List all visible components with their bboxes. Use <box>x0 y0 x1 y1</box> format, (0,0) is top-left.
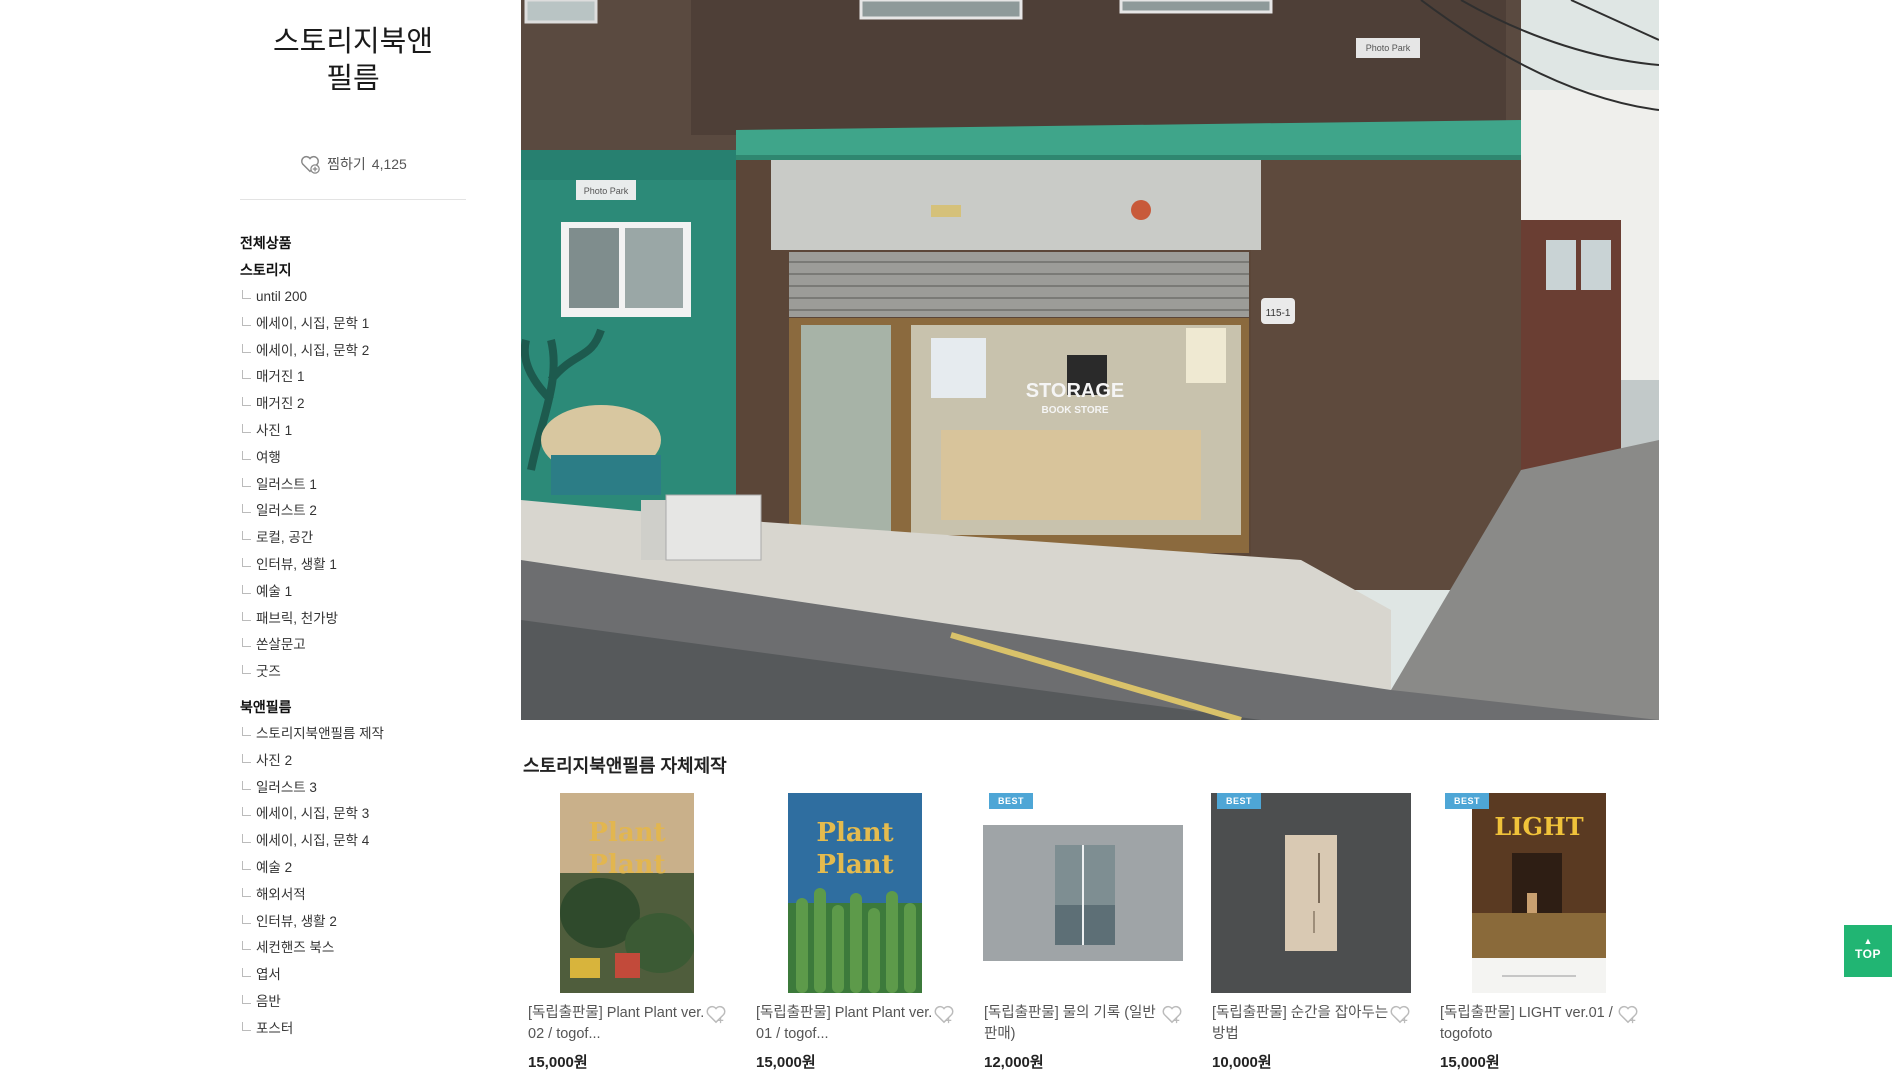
book-cover-image: LIGHT <box>1472 793 1606 993</box>
book-cover-image: Plant Plant <box>788 793 922 993</box>
sidebar: 스토리지북앤 필름 찜하기 4,125 전체상품 스토리지 until 200 에… <box>240 0 466 1043</box>
product-name[interactable]: [독립출판물] 순간을 잡아두는 방법 <box>1212 1003 1392 1045</box>
like-count: 4,125 <box>371 156 407 172</box>
product-name[interactable]: [독립출판물] Plant Plant ver.01 / togof... <box>756 1003 936 1045</box>
like-label: 찜하기 <box>327 156 366 172</box>
sidebar-category-item[interactable]: 사진 1 <box>240 418 466 445</box>
scroll-to-top-button[interactable]: ▲ TOP <box>1844 925 1892 977</box>
product-card[interactable]: BEST [독립출판물] 물의 기록 (일반판매) 12,000원 <box>977 793 1205 1072</box>
product-price: 15,000원 <box>1440 1054 1500 1071</box>
category-group-storage[interactable]: 스토리지 <box>240 257 466 284</box>
sidebar-category-item[interactable]: 음반 <box>240 989 466 1016</box>
wishlist-heart-icon[interactable] <box>933 1004 955 1024</box>
sidebar-category-item[interactable]: 예술 2 <box>240 855 466 882</box>
shop-title-line2: 필름 <box>326 63 380 95</box>
sidebar-category-item[interactable]: 로컬, 공간 <box>240 525 466 552</box>
product-card[interactable]: Plant Plant [독립출판물] Plant Plant ver.01 /… <box>749 793 977 1072</box>
sidebar-category-item[interactable]: 여행 <box>240 445 466 472</box>
svg-text:Plant: Plant <box>816 850 893 880</box>
product-info: [독립출판물] Plant Plant ver.01 / togof... 15… <box>749 1003 969 1072</box>
wishlist-heart-icon[interactable] <box>1617 1004 1639 1024</box>
product-price: 10,000원 <box>1212 1054 1272 1071</box>
sidebar-category-item[interactable]: 일러스트 2 <box>240 498 466 525</box>
sidebar-category-item[interactable]: 엽서 <box>240 962 466 989</box>
book-cover-image <box>983 825 1183 961</box>
svg-text:Plant: Plant <box>588 818 665 848</box>
sidebar-category-item[interactable]: 에세이, 시집, 문학 1 <box>240 311 466 338</box>
product-info: [독립출판물] 물의 기록 (일반판매) 12,000원 <box>977 1003 1197 1072</box>
wishlist-heart-icon[interactable] <box>1389 1004 1411 1024</box>
product-info: [독립출판물] Plant Plant ver.02 / togof... 15… <box>521 1003 741 1072</box>
product-thumbnail[interactable]: BEST <box>1211 793 1411 993</box>
sidebar-category-item[interactable]: 에세이, 시집, 문학 3 <box>240 801 466 828</box>
wishlist-heart-icon[interactable] <box>1161 1004 1183 1024</box>
hero-banner-photo[interactable]: Photo Park STORAGE BOOK STORE 115-1 Phot… <box>521 0 1659 720</box>
sidebar-category-item[interactable]: 매거진 2 <box>240 391 466 418</box>
svg-text:Photo Park: Photo Park <box>584 186 629 196</box>
category-list-bookandfilm: 스토리지북앤필름 제작 사진 2 일러스트 3 에세이, 시집, 문학 3 에세이, 시… <box>240 721 466 1043</box>
top-button-label: TOP <box>1855 947 1881 961</box>
svg-text:LIGHT: LIGHT <box>1494 812 1583 841</box>
best-badge: BEST <box>989 793 1033 809</box>
product-card[interactable]: BEST [독립출판물] 순간을 잡아두는 방법 10,000원 <box>1205 793 1433 1072</box>
svg-text:BOOK STORE: BOOK STORE <box>1041 405 1108 416</box>
book-cover-image <box>1211 793 1411 993</box>
best-badge: BEST <box>1217 793 1261 809</box>
sidebar-category-item[interactable]: 인터뷰, 생활 1 <box>240 552 466 579</box>
svg-text:Plant: Plant <box>816 818 893 848</box>
sidebar-category-item[interactable]: 인터뷰, 생활 2 <box>240 909 466 936</box>
product-price: 15,000원 <box>756 1054 816 1071</box>
arrow-up-icon: ▲ <box>1863 936 1873 946</box>
category-list-storage: until 200 에세이, 시집, 문학 1 에세이, 시집, 문학 2 매거진 1… <box>240 284 466 686</box>
product-card[interactable]: Plant Plant [독립출판물] Plant Plant ver.02 /… <box>521 793 749 1072</box>
product-thumbnail[interactable]: BEST <box>983 793 1183 993</box>
product-list: Plant Plant [독립출판물] Plant Plant ver.02 /… <box>521 793 1661 1072</box>
category-group-bookandfilm[interactable]: 북앤필름 <box>240 694 466 721</box>
product-info: [독립출판물] LIGHT ver.01 / togofoto 15,000원 <box>1433 1003 1653 1072</box>
product-thumbnail[interactable]: Plant Plant <box>755 793 955 993</box>
product-name[interactable]: [독립출판물] 물의 기록 (일반판매) <box>984 1003 1164 1045</box>
shop-title[interactable]: 스토리지북앤 필름 <box>240 24 466 98</box>
sidebar-category-item[interactable]: until 200 <box>240 284 466 311</box>
sidebar-category-item[interactable]: 스토리지북앤필름 제작 <box>240 721 466 748</box>
sidebar-category-item[interactable]: 굿즈 <box>240 659 466 686</box>
svg-text:Photo Park: Photo Park <box>1366 43 1411 53</box>
product-thumbnail[interactable]: Plant Plant <box>527 793 727 993</box>
wishlist-heart-icon[interactable] <box>705 1004 727 1024</box>
sidebar-category-item[interactable]: 세컨핸즈 북스 <box>240 935 466 962</box>
storefront-photo: Photo Park STORAGE BOOK STORE 115-1 Phot… <box>521 0 1659 720</box>
product-price: 15,000원 <box>528 1054 588 1071</box>
product-thumbnail[interactable]: BEST LIGHT <box>1439 793 1639 993</box>
product-name[interactable]: [독립출판물] LIGHT ver.01 / togofoto <box>1440 1003 1620 1045</box>
heart-plus-icon <box>301 155 320 174</box>
sidebar-category-item[interactable]: 일러스트 3 <box>240 775 466 802</box>
best-badge: BEST <box>1445 793 1489 809</box>
sidebar-category-item[interactable]: 쏜살문고 <box>240 632 466 659</box>
sidebar-category-item[interactable]: 사진 2 <box>240 748 466 775</box>
svg-text:STORAGE: STORAGE <box>1026 380 1125 402</box>
book-cover-image: Plant Plant <box>560 793 694 993</box>
sidebar-category-item[interactable]: 포스터 <box>240 1016 466 1043</box>
sidebar-category-item[interactable]: 일러스트 1 <box>240 472 466 499</box>
sidebar-category-item[interactable]: 예술 1 <box>240 579 466 606</box>
sidebar-category-item[interactable]: 패브릭, 천가방 <box>240 606 466 633</box>
shop-title-line1: 스토리지북앤 <box>272 26 434 58</box>
svg-text:Plant: Plant <box>588 850 665 880</box>
product-info: [독립출판물] 순간을 잡아두는 방법 10,000원 <box>1205 1003 1425 1072</box>
sidebar-category-item[interactable]: 에세이, 시집, 문학 4 <box>240 828 466 855</box>
sidebar-divider <box>240 199 466 200</box>
sidebar-category-item[interactable]: 매거진 1 <box>240 364 466 391</box>
product-card[interactable]: BEST LIGHT [독립출판물] LIGHT ver.01 / togofo… <box>1433 793 1661 1072</box>
section-title: 스토리지북앤필름 자체제작 <box>523 756 727 776</box>
product-name[interactable]: [독립출판물] Plant Plant ver.02 / togof... <box>528 1003 708 1045</box>
svg-text:115-1: 115-1 <box>1266 308 1291 319</box>
sidebar-category-item[interactable]: 에세이, 시집, 문학 2 <box>240 338 466 365</box>
sidebar-category-item[interactable]: 해외서적 <box>240 882 466 909</box>
product-price: 12,000원 <box>984 1054 1044 1071</box>
like-button[interactable]: 찜하기 4,125 <box>240 153 466 175</box>
category-all-products[interactable]: 전체상품 <box>240 230 466 257</box>
